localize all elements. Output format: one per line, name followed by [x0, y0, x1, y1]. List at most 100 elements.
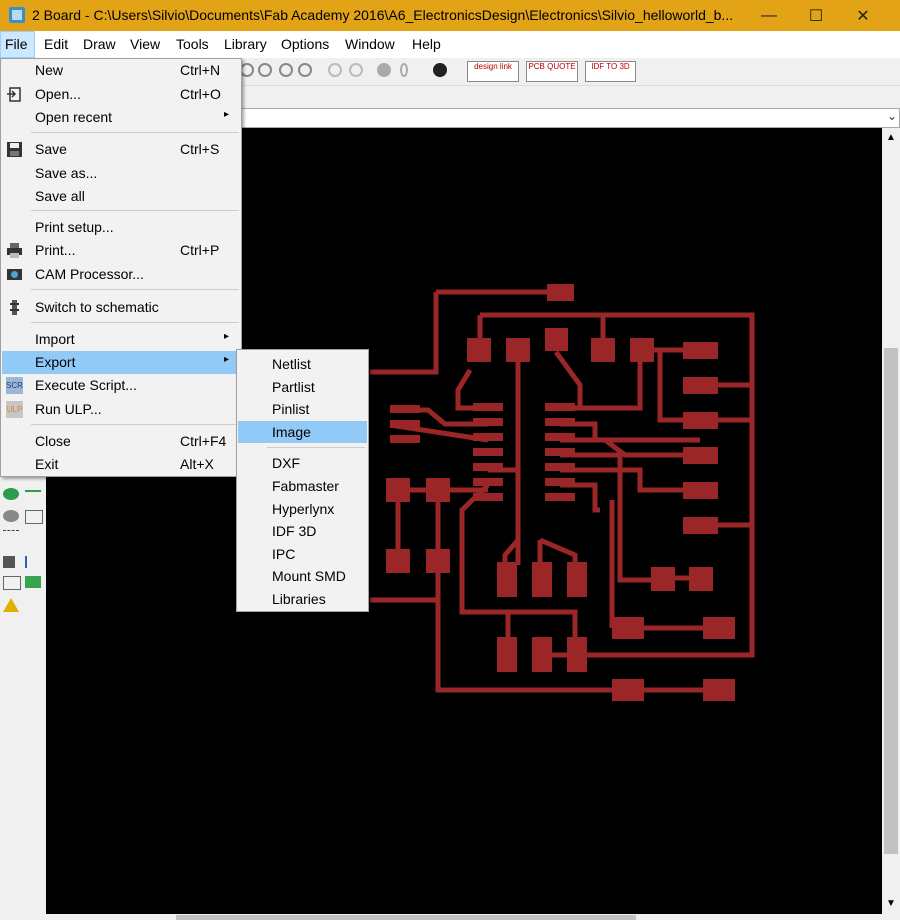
erc-icon[interactable]: [3, 576, 21, 590]
submenu-arrow-icon: ▸: [224, 354, 230, 365]
submenu-item-libraries[interactable]: Libraries: [238, 588, 367, 610]
scroll-down-icon[interactable]: ▼: [886, 898, 896, 909]
submenu-item-label: Image: [272, 424, 311, 440]
menu-item-shortcut: Ctrl+O: [180, 86, 221, 102]
menu-file[interactable]: File: [5, 36, 28, 52]
menu-edit[interactable]: Edit: [44, 36, 68, 52]
via-icon[interactable]: [3, 510, 19, 522]
warning-icon[interactable]: [3, 598, 19, 612]
menu-item-execute-script[interactable]: SCR Execute Script...: [2, 374, 240, 397]
submenu-item-pinlist[interactable]: Pinlist: [238, 398, 367, 420]
menu-separator: [31, 210, 239, 211]
menu-item-close[interactable]: Close Ctrl+F4: [2, 430, 240, 453]
ratsnest-icon[interactable]: [3, 556, 15, 568]
window-title: 2 Board - C:\Users\Silvio\Documents\Fab …: [32, 7, 734, 23]
wire-icon[interactable]: [25, 490, 41, 504]
maximize-icon[interactable]: ☐: [793, 0, 839, 31]
undo-icon[interactable]: [328, 63, 342, 77]
submenu-item-partlist[interactable]: Partlist: [238, 376, 367, 398]
menu-item-label: CAM Processor...: [35, 266, 144, 282]
zoom-out-icon[interactable]: [258, 63, 272, 77]
design-link-label: design link: [474, 62, 512, 71]
copper-pad: [545, 463, 575, 471]
copper-pad: [473, 463, 503, 471]
menu-item-save[interactable]: Save Ctrl+S: [2, 138, 240, 161]
zoom-select-icon[interactable]: [279, 63, 293, 77]
menu-library[interactable]: Library: [224, 36, 267, 52]
vertical-scroll-thumb[interactable]: [884, 348, 898, 854]
idf-to-3d-button[interactable]: IDF TO 3D: [585, 61, 636, 82]
go-icon[interactable]: [400, 63, 408, 77]
menu-item-run-ulp[interactable]: ULP Run ULP...: [2, 398, 240, 421]
copper-pad: [386, 478, 410, 502]
design-link-button[interactable]: design link: [467, 61, 519, 82]
script-icon: SCR: [6, 377, 23, 394]
stop-icon[interactable]: [377, 63, 391, 77]
submenu-item-hyperlynx[interactable]: Hyperlynx: [238, 498, 367, 520]
zoom-dropdown-icon[interactable]: [298, 63, 312, 77]
menu-item-cam-processor[interactable]: CAM Processor...: [2, 263, 240, 286]
menu-help[interactable]: Help: [412, 36, 441, 52]
horizontal-scrollbar[interactable]: [46, 914, 882, 920]
menu-bar: File Edit Draw View Tools Library Option…: [0, 31, 900, 58]
menu-item-label: Print setup...: [35, 219, 114, 235]
minimize-icon[interactable]: —: [746, 0, 792, 31]
menu-options[interactable]: Options: [281, 36, 329, 52]
menu-item-save-as[interactable]: Save as...: [2, 162, 240, 185]
copper-pad: [683, 342, 718, 359]
zoom-fit-icon[interactable]: [240, 63, 254, 77]
menu-item-exit[interactable]: Exit Alt+X: [2, 453, 240, 476]
menu-item-open[interactable]: Open... Ctrl+O: [2, 83, 240, 106]
copper-pad: [689, 567, 713, 591]
menu-separator: [31, 132, 239, 133]
menu-item-import[interactable]: Import ▸: [2, 328, 240, 351]
chevron-down-icon[interactable]: ⌄: [887, 109, 897, 123]
dimension-icon[interactable]: [3, 530, 19, 543]
vertical-scrollbar[interactable]: ▲ ▼: [882, 128, 900, 914]
copper-pad: [683, 377, 718, 394]
submenu-item-image[interactable]: Image: [238, 421, 367, 443]
submenu-item-ipc[interactable]: IPC: [238, 543, 367, 565]
menu-tools[interactable]: Tools: [176, 36, 209, 52]
copper-pad: [545, 478, 575, 486]
submenu-item-mount-smd[interactable]: Mount SMD: [238, 565, 367, 587]
menu-item-print-setup[interactable]: Print setup...: [2, 216, 240, 239]
help-icon[interactable]: [433, 63, 447, 77]
menu-view[interactable]: View: [130, 36, 160, 52]
copper-pad: [473, 448, 503, 456]
menu-item-print[interactable]: Print... Ctrl+P: [2, 239, 240, 262]
copper-trace: [540, 350, 755, 658]
menu-item-new[interactable]: New Ctrl+N: [2, 59, 240, 82]
menu-draw[interactable]: Draw: [83, 36, 116, 52]
pcb-quote-button[interactable]: PCB QUOTE: [526, 61, 578, 82]
copper-pad: [545, 403, 575, 411]
menu-item-label: Run ULP...: [35, 401, 102, 417]
close-icon[interactable]: ✕: [840, 0, 886, 31]
menu-item-switch-to-schematic[interactable]: Switch to schematic: [2, 296, 240, 319]
autorouter-icon[interactable]: [25, 556, 43, 568]
command-line-combo[interactable]: ⌄: [240, 108, 900, 128]
submenu-item-netlist[interactable]: Netlist: [238, 353, 367, 375]
polygon-icon[interactable]: [3, 488, 19, 500]
submenu-item-dxf[interactable]: DXF: [238, 452, 367, 474]
menu-item-label: Import: [35, 331, 75, 347]
drc-icon[interactable]: [25, 576, 41, 588]
submenu-item-fabmaster[interactable]: Fabmaster: [238, 475, 367, 497]
menu-item-label: New: [35, 62, 64, 78]
menu-item-save-all[interactable]: Save all: [2, 185, 240, 208]
copper-pad: [545, 448, 575, 456]
submenu-item-label: IDF 3D: [272, 523, 317, 539]
submenu-item-label: Partlist: [272, 379, 315, 395]
horizontal-scroll-thumb[interactable]: [176, 915, 636, 920]
copper-pad: [473, 433, 503, 441]
menu-separator: [31, 322, 239, 323]
copper-pad: [651, 567, 675, 591]
menu-window[interactable]: Window: [345, 36, 395, 52]
submenu-item-idf-3d[interactable]: IDF 3D: [238, 520, 367, 542]
menu-item-open-recent[interactable]: Open recent ▸: [2, 106, 240, 129]
scroll-up-icon[interactable]: ▲: [886, 132, 896, 143]
menu-item-export[interactable]: Export ▸: [2, 351, 240, 374]
copper-pad: [545, 433, 575, 441]
redo-icon[interactable]: [349, 63, 363, 77]
signal-icon[interactable]: [25, 510, 43, 524]
